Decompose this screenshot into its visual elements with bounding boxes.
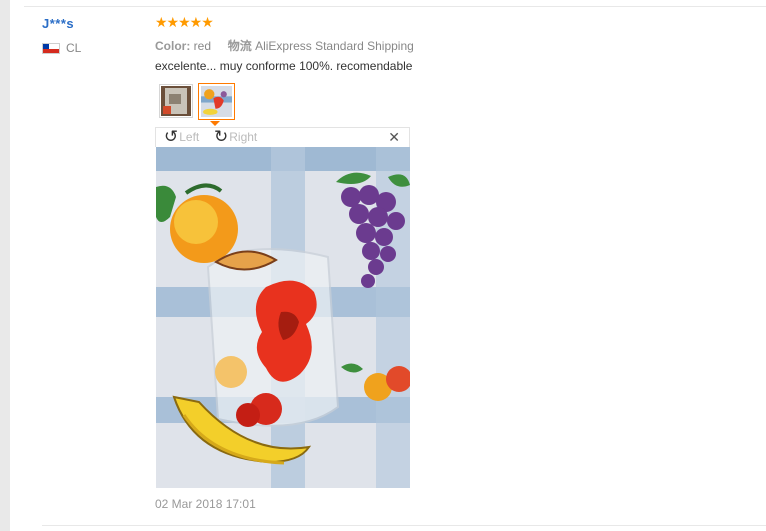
review-thumbnail-1[interactable] bbox=[159, 84, 193, 118]
rotate-left-label: Left bbox=[179, 130, 200, 144]
rotate-left-icon: ↺ bbox=[164, 127, 179, 146]
review-date: 02 Mar 2018 17:01 bbox=[155, 497, 256, 511]
shipping-value: AliExpress Standard Shipping bbox=[255, 39, 414, 53]
rotate-right-icon: ↻ bbox=[214, 127, 229, 146]
buyer-country: CL bbox=[66, 41, 82, 55]
shipping-label: 物流 bbox=[227, 39, 252, 53]
order-info: Color: red 物流 AliExpress Standard Shippi… bbox=[155, 37, 414, 54]
buyer-name: J***s bbox=[42, 16, 75, 31]
review-photo-image bbox=[156, 147, 410, 488]
rotate-right-label: Right bbox=[229, 130, 258, 144]
top-divider bbox=[24, 6, 766, 7]
rotate-left-button[interactable]: ↺ Left bbox=[164, 127, 200, 146]
thumbnail-2-image bbox=[201, 86, 232, 117]
star-rating: ★★★★★ bbox=[155, 14, 214, 30]
image-viewer-toolbar: ↺ Left ↻ Right ✕ bbox=[155, 127, 410, 147]
color-label: Color: bbox=[155, 39, 191, 53]
thumbnail-1-image bbox=[161, 86, 191, 116]
left-margin-strip bbox=[0, 0, 10, 531]
review-thumbnail-2-selected[interactable] bbox=[198, 83, 235, 120]
selected-thumbnail-pointer bbox=[210, 121, 220, 126]
close-icon[interactable]: ✕ bbox=[388, 129, 400, 146]
bottom-divider bbox=[42, 525, 766, 526]
review-photo-large bbox=[156, 147, 410, 488]
feedback-text: excelente... muy conforme 100%. recomend… bbox=[155, 59, 413, 73]
chile-flag-icon bbox=[42, 43, 60, 54]
rotate-right-button[interactable]: ↻ Right bbox=[214, 127, 258, 146]
color-value: red bbox=[193, 39, 212, 53]
